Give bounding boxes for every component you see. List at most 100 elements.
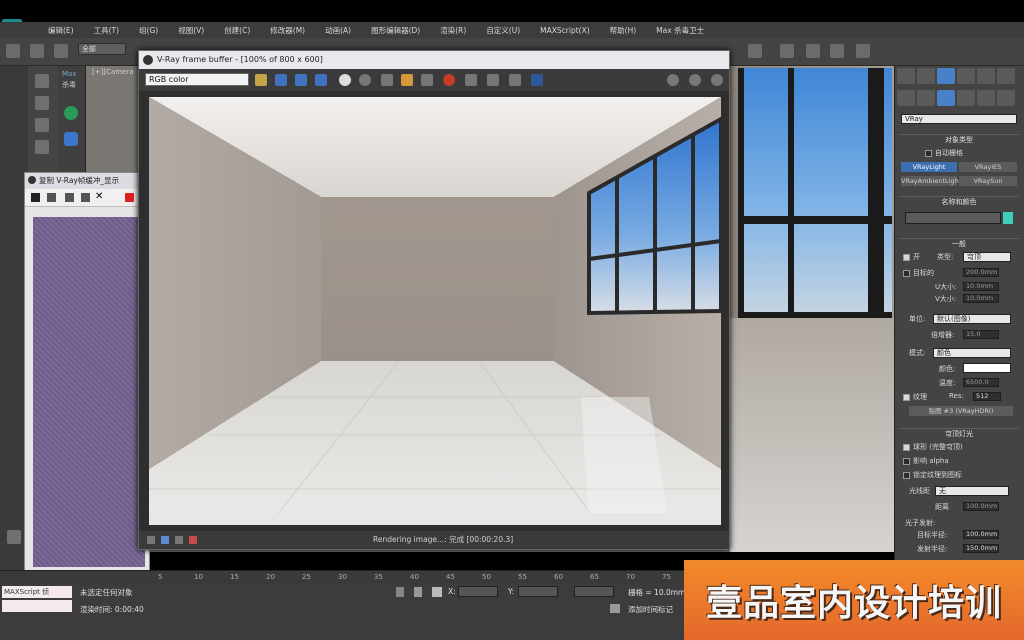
record-icon[interactable] [125, 193, 134, 202]
maxscript-output[interactable] [2, 600, 72, 612]
document-icon[interactable] [35, 118, 49, 132]
menu-customize[interactable]: 自定义(U) [476, 25, 530, 36]
green-channel-icon[interactable] [295, 74, 307, 86]
menu-animation[interactable]: 动画(A) [315, 25, 361, 36]
history-icon[interactable] [531, 74, 543, 86]
usize-field[interactable]: 10.0mm [963, 282, 999, 291]
menu-help[interactable]: 帮助(H) [600, 25, 647, 36]
copy-icon[interactable] [47, 193, 56, 202]
save-image-icon[interactable] [381, 74, 393, 86]
region-render-icon[interactable] [465, 74, 477, 86]
alpha-channel-icon[interactable] [339, 74, 351, 86]
spherical-checkbox[interactable] [903, 443, 910, 451]
motion-tab-icon[interactable] [957, 68, 975, 84]
close-icon[interactable]: ✕ [95, 192, 103, 202]
geometry-icon[interactable] [897, 90, 915, 106]
blue-channel-icon[interactable] [315, 74, 327, 86]
lights-icon[interactable] [937, 90, 955, 106]
status-icon-4[interactable] [189, 536, 197, 544]
track-mouse-icon[interactable] [443, 74, 455, 86]
copied-window-title[interactable]: 复制 V-Ray帧缓冲_显示 [25, 173, 149, 189]
target-row[interactable]: 目标的 [903, 268, 934, 278]
stereo-icon[interactable] [689, 74, 701, 86]
vraylight-button[interactable]: VRayLight [901, 162, 957, 172]
render-setup-icon[interactable] [748, 44, 762, 58]
grid-icon[interactable] [35, 140, 49, 154]
texture-map-button[interactable]: 贴图 #3 (VRayHDRI) [909, 406, 1013, 416]
menu-tools[interactable]: 工具(T) [84, 25, 129, 36]
link-icon[interactable] [6, 44, 20, 58]
status-icon-1[interactable] [147, 536, 155, 544]
object-type-header[interactable]: 对象类型 [899, 134, 1019, 144]
shapes-icon[interactable] [917, 90, 935, 106]
mode-dropdown[interactable]: 颜色 [933, 348, 1011, 358]
target-radius-field[interactable]: 100.0mm [963, 530, 999, 539]
eye-icon[interactable] [35, 74, 49, 88]
render-active-icon[interactable] [856, 44, 870, 58]
systems-icon[interactable] [997, 90, 1015, 106]
menu-edit[interactable]: 编辑(E) [38, 25, 84, 36]
texture-row[interactable]: 纹理 [903, 392, 927, 402]
mono-icon[interactable] [359, 74, 371, 86]
vrayambientlight-button[interactable]: VRayAmbientLigh [901, 176, 959, 186]
menu-antivirus[interactable]: Max 杀毒卫士 [646, 25, 714, 36]
viewport-label[interactable]: [+][Camera [92, 68, 134, 76]
create-tab-icon[interactable] [897, 68, 915, 84]
image-icon[interactable] [35, 96, 49, 110]
red-channel-icon[interactable] [275, 74, 287, 86]
vraysun-button[interactable]: VRaySun [959, 176, 1017, 186]
render-icon[interactable] [806, 44, 820, 58]
on-row[interactable]: 开 [903, 252, 920, 262]
distance-field[interactable]: 100.0mm [963, 502, 999, 511]
add-time-tag[interactable]: 添加时间标记 [628, 604, 673, 615]
clear-image-icon[interactable] [421, 74, 433, 86]
channel-icon[interactable] [65, 193, 74, 202]
units-dropdown[interactable]: 默认(图像) [933, 314, 1011, 324]
color-picker-icon[interactable] [255, 74, 267, 86]
object-color-swatch[interactable] [1003, 212, 1013, 224]
general-header[interactable]: 一般 [899, 238, 1019, 248]
copied-vfb-window[interactable]: 复制 V-Ray帧缓冲_显示 ✕ [24, 172, 150, 572]
shield-green-icon[interactable] [64, 106, 78, 120]
vrayies-button[interactable]: VRayIES [959, 162, 1017, 172]
link-to-render-icon[interactable] [487, 74, 499, 86]
light-color-swatch[interactable] [963, 363, 1011, 373]
res-field[interactable]: 512 [973, 392, 1001, 401]
shield-blue-icon[interactable] [64, 132, 78, 146]
print-icon[interactable] [81, 193, 90, 202]
name-color-header[interactable]: 名称和颜色 [899, 196, 1019, 206]
cameras-icon[interactable] [957, 90, 975, 106]
autogrid-row[interactable]: 自动栅格 [925, 148, 963, 158]
expand-arrow-icon[interactable] [7, 530, 21, 544]
render-frame-icon[interactable] [780, 44, 794, 58]
affect-alpha-row[interactable]: 影响 alpha [903, 456, 949, 466]
multiplier-field[interactable]: 15.0 [963, 330, 999, 339]
target-distance-field[interactable]: 200.0mm [963, 268, 999, 277]
temperature-field[interactable]: 6500.0 [963, 378, 999, 387]
spherical-row[interactable]: 球形 (完整穹顶) [903, 442, 963, 452]
hierarchy-tab-icon[interactable] [937, 68, 955, 84]
dome-light-header[interactable]: 穹顶灯光 [899, 428, 1019, 438]
transform-mode-icon[interactable] [432, 587, 442, 597]
load-image-icon[interactable] [401, 74, 413, 86]
helpers-icon[interactable] [977, 90, 995, 106]
bind-spacewarp-icon[interactable] [54, 44, 68, 58]
selection-filter-dropdown[interactable]: 全部 [78, 43, 126, 55]
timeline-bar[interactable]: 5 10 15 20 25 30 35 40 45 50 55 60 65 70… [0, 570, 700, 584]
pin-icon[interactable] [396, 587, 404, 597]
unlink-icon[interactable] [30, 44, 44, 58]
menu-create[interactable]: 创建(C) [214, 25, 260, 36]
status-icon-3[interactable] [175, 536, 183, 544]
light-category-dropdown[interactable]: VRay [901, 114, 1017, 124]
menu-maxscript[interactable]: MAXScript(X) [530, 26, 599, 35]
type-dropdown[interactable]: 穹顶 [963, 252, 1011, 262]
menu-rendering[interactable]: 渲染(R) [430, 25, 476, 36]
autogrid-checkbox[interactable] [925, 149, 932, 157]
maxscript-listener[interactable]: MAXScript 侦 [2, 586, 72, 598]
y-coord-field[interactable] [518, 586, 558, 597]
display-tab-icon[interactable] [977, 68, 995, 84]
texture-checkbox[interactable] [903, 393, 910, 401]
object-name-field[interactable] [905, 212, 1001, 224]
vsize-field[interactable]: 10.0mm [963, 294, 999, 303]
x-coord-field[interactable] [458, 586, 498, 597]
